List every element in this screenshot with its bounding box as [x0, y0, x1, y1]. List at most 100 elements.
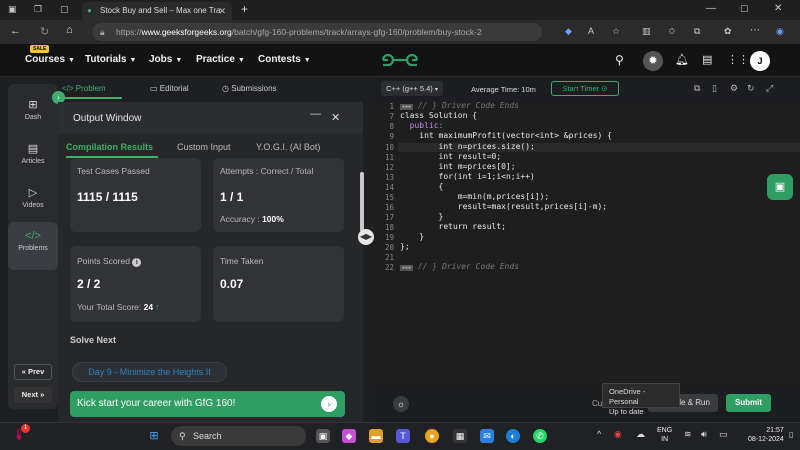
tab-compilation-results[interactable]: Compilation Results [66, 142, 153, 152]
attempts-label: Attempts : Correct / Total [220, 166, 314, 176]
panel-resize-handle-icon[interactable]: ◀▶ [358, 229, 374, 245]
favorite-icon[interactable]: ☆ [612, 26, 620, 37]
start-timer-button[interactable]: Start Timer ⊙ [551, 81, 619, 96]
maximize-window-icon[interactable]: ▢ [740, 3, 749, 14]
chat-icon[interactable]: ▣ [767, 174, 793, 200]
rail-item-articles[interactable]: ▤ Articles [8, 142, 58, 165]
windows-start-icon[interactable]: ⊞ [147, 429, 161, 443]
settings-icon[interactable]: ⚙ [730, 83, 738, 94]
split-screen-icon[interactable]: ▥ [642, 26, 651, 37]
whatsapp-icon[interactable]: ✆ [533, 429, 547, 443]
favorites-list-icon[interactable]: ✩ [668, 26, 676, 37]
next-problem-link[interactable]: Day 9 - Minimize the Heights II [72, 362, 227, 382]
output-scrollbar[interactable] [360, 172, 364, 232]
file-explorer-icon[interactable]: ▬ [369, 429, 383, 443]
refresh-code-icon[interactable]: ↻ [747, 83, 755, 94]
url-host: www.geeksforgeeks.org [141, 27, 232, 37]
chevron-right-icon[interactable]: › [321, 396, 337, 412]
nav-tutorials[interactable]: Tutorials ▼ [85, 54, 136, 65]
onedrive-tooltip: OneDrive - Personal Up to date [602, 383, 680, 416]
output-window-title: Output Window [73, 113, 142, 124]
submit-button[interactable]: Submit [726, 394, 771, 412]
info-icon[interactable]: i [132, 258, 142, 267]
language-select[interactable]: C++ (g++ 5.4) ▾ [381, 81, 443, 96]
copy-icon[interactable]: ⧉ [694, 83, 700, 94]
clock-date: 08-12-2024 [748, 436, 784, 443]
code-line: public: [400, 121, 444, 130]
chevron-down-icon: ▾ [434, 87, 438, 93]
copilot-icon[interactable]: ◉ [776, 26, 784, 37]
teams-icon[interactable]: T [396, 429, 410, 443]
mail-icon[interactable]: ✉ [480, 429, 494, 443]
tab-custom-input[interactable]: Custom Input [177, 142, 231, 152]
back-icon[interactable]: ← [10, 25, 21, 37]
code-line: m=min(m,prices[i]); [400, 192, 550, 201]
rail-item-dash[interactable]: ⊞ Dash [8, 98, 58, 121]
attempts-value: 1 / 1 [220, 190, 244, 204]
extension-icon[interactable]: ◆ [565, 26, 572, 37]
url-field[interactable]: 🔒︎ https://www.geeksforgeeks.org/batch/g… [92, 23, 542, 41]
new-tab-icon[interactable]: + [241, 2, 248, 16]
read-aloud-icon[interactable]: A [588, 26, 594, 36]
workspaces-icon[interactable]: ❐ [34, 4, 42, 15]
volume-icon[interactable]: 🔊︎ [701, 429, 707, 440]
fullscreen-icon[interactable]: ⤢ [766, 83, 773, 94]
show-hidden-icons-icon[interactable]: ^ [597, 429, 601, 439]
code-line-text: // } Driver Code Ends [417, 262, 520, 271]
chrome-icon[interactable]: ● [425, 429, 439, 443]
theme-toggle-icon[interactable]: ✹ [643, 51, 663, 71]
minimize-icon[interactable]: — [310, 108, 321, 120]
rail-item-problems[interactable]: </> Problems [8, 222, 58, 270]
collections-icon[interactable]: ⧉ [694, 26, 700, 37]
reset-code-icon[interactable]: ▯ [712, 83, 717, 94]
hint-bulb-icon[interactable]: ☼ [393, 396, 409, 412]
nav-jobs-label: Jobs [149, 54, 173, 65]
notifications-icon[interactable]: ▯ [789, 430, 793, 439]
close-icon[interactable]: ✕ [331, 111, 340, 124]
prev-button[interactable]: « Prev [14, 364, 52, 380]
tab-close-icon[interactable]: ✕ [218, 2, 226, 20]
antivirus-icon[interactable]: ◉ [614, 429, 622, 440]
nav-courses[interactable]: Courses ▼ [25, 54, 75, 65]
browser-tab[interactable]: ● Stock Buy and Sell – Max one Tra ✕ [82, 2, 232, 20]
store-icon[interactable]: ▦ [453, 429, 467, 443]
code-line: } [400, 212, 444, 221]
sale-badge: SALE [30, 45, 50, 53]
battery-icon[interactable]: ▭ [719, 429, 728, 440]
refresh-icon[interactable]: ↻ [40, 25, 49, 38]
nav-contests[interactable]: Contests ▼ [258, 54, 311, 65]
tab-problem[interactable]: </> Problem [62, 84, 106, 93]
next-button[interactable]: Next » [14, 387, 52, 403]
copilot-app-icon[interactable]: ◆ [342, 429, 356, 443]
browser-extensions-icon[interactable]: ✿ [724, 26, 732, 37]
task-view-icon[interactable]: ▣ [316, 429, 330, 443]
tab-submissions[interactable]: ◷ Submissions [222, 84, 277, 93]
rail-item-videos[interactable]: ▷ Videos [8, 186, 58, 209]
system-clock[interactable]: 21:57 08-12-2024 [748, 426, 784, 444]
gfg-logo[interactable] [380, 52, 420, 68]
input-language-indicator[interactable]: ENG IN [657, 426, 672, 444]
onedrive-icon[interactable]: ☁ [636, 429, 645, 440]
search-icon[interactable]: ⚲ [615, 53, 624, 67]
tab-yogi-ai-bot[interactable]: Y.O.G.I. (AI Bot) [256, 142, 320, 152]
edge-icon[interactable]: ◐ [506, 429, 520, 443]
profile-icon[interactable]: ▣ [8, 4, 17, 15]
home-icon[interactable]: ⌂ [66, 24, 73, 36]
gfg-favicon-icon: ● [87, 6, 92, 15]
line-number: 9 [389, 132, 394, 141]
nav-jobs[interactable]: Jobs ▼ [149, 54, 182, 65]
more-options-icon[interactable]: ⋯ [750, 25, 760, 36]
tab-editorial-label: Editorial [159, 84, 189, 93]
nav-practice[interactable]: Practice ▼ [196, 54, 245, 65]
apps-grid-icon[interactable]: ⋮⋮ [727, 53, 749, 66]
notification-bell-icon[interactable]: 🔔︎ [675, 53, 689, 66]
avatar[interactable]: J [750, 51, 770, 71]
close-window-icon[interactable]: ✕ [774, 3, 782, 14]
career-banner-text: Kick start your career with GfG 160! [77, 398, 236, 409]
translate-icon[interactable]: ▤ [702, 53, 712, 66]
wifi-icon[interactable]: ≋ [684, 429, 692, 440]
tab-editorial[interactable]: ▭ Editorial [150, 84, 189, 93]
tab-actions-icon[interactable]: ▢ [60, 4, 69, 15]
taskbar-search[interactable]: ⚲ Search [171, 426, 306, 446]
minimize-window-icon[interactable]: — [706, 3, 716, 14]
